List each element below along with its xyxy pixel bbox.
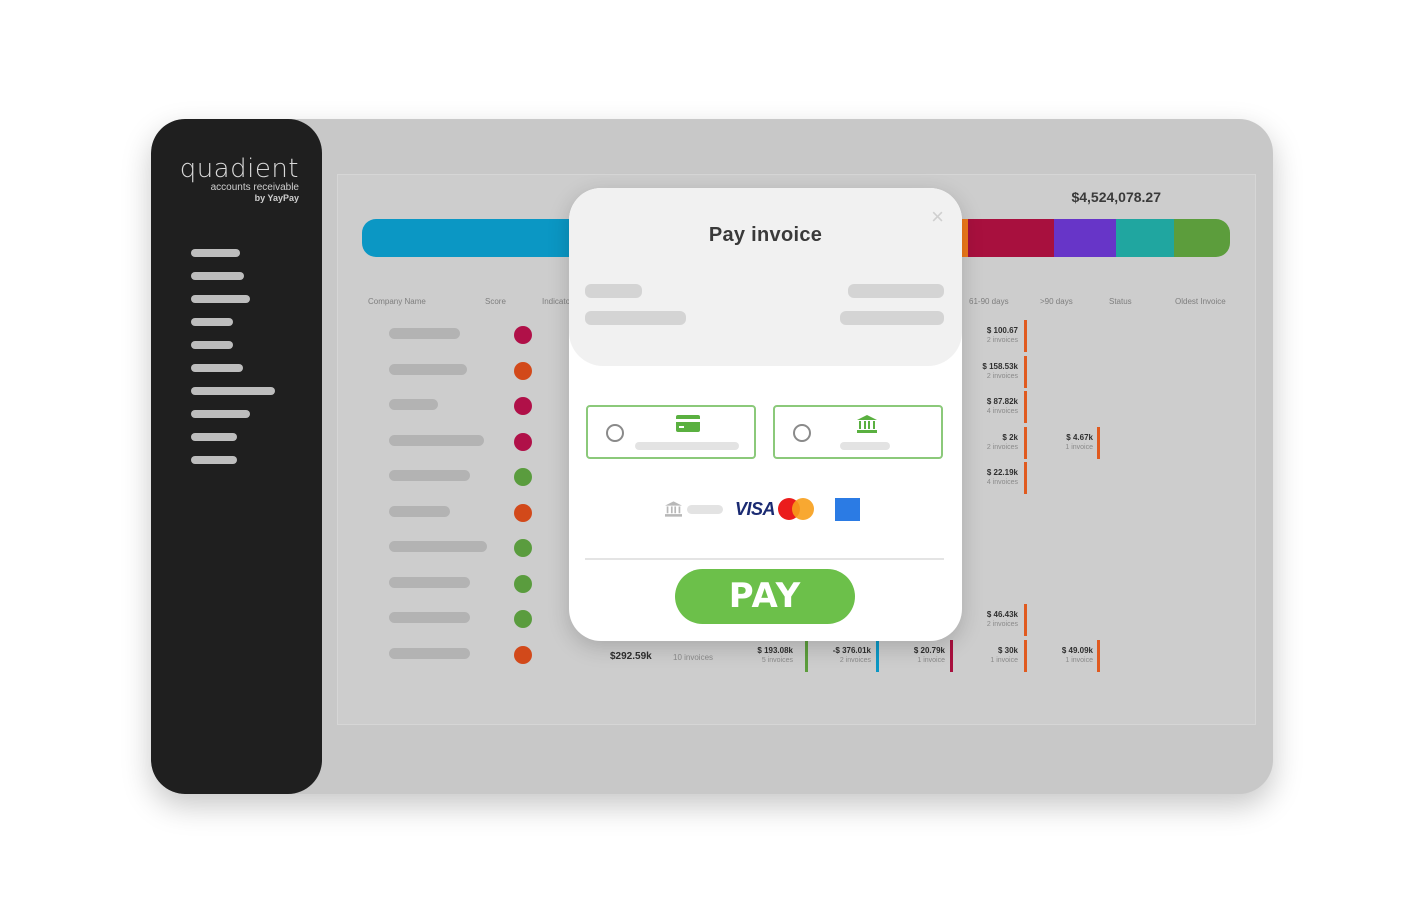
- header-oldest[interactable]: Oldest Invoice: [1175, 297, 1226, 306]
- company-name-placeholder[interactable]: [389, 434, 484, 446]
- sidebar-item[interactable]: [191, 364, 243, 372]
- score-indicator: [514, 610, 532, 628]
- aging-bar-marker: [1097, 426, 1100, 459]
- score-indicator: [514, 468, 532, 486]
- aging-bar-marker: [1024, 320, 1027, 352]
- invoice-count: 1 invoice: [1065, 443, 1093, 451]
- pay-invoice-modal: Pay invoice × VISA PAY: [569, 188, 962, 641]
- company-name-placeholder[interactable]: [389, 470, 470, 481]
- score-indicator: [514, 432, 532, 451]
- bank-icon: [857, 415, 877, 433]
- invoice-count: 2 invoices: [839, 656, 871, 664]
- invoice-amount-placeholder: [848, 284, 944, 298]
- sidebar-item[interactable]: [191, 456, 237, 464]
- aging-segment[interactable]: [1116, 219, 1174, 257]
- header-status[interactable]: Status: [1109, 297, 1132, 306]
- aging-90plus-cell[interactable]: $ 4.67k 1 invoice: [1013, 433, 1093, 452]
- accepted-methods: VISA: [665, 497, 865, 523]
- score-indicator: [514, 645, 532, 664]
- header-company[interactable]: Company Name: [368, 297, 426, 306]
- aging-90plus-cell[interactable]: $ 49.09k 1 invoice: [1013, 646, 1093, 665]
- invoice-info-placeholder: [585, 284, 642, 298]
- header-90plus[interactable]: >90 days: [1040, 297, 1073, 306]
- amount: $ 4.67k: [1066, 432, 1093, 442]
- aging-cell[interactable]: $ 20.79k 1 invoice: [873, 646, 945, 665]
- card-option-label: [635, 442, 739, 450]
- amount: $ 20.79k: [913, 645, 945, 655]
- score-indicator: [514, 503, 532, 522]
- credit-card-icon: [676, 415, 700, 432]
- score-indicator: [514, 539, 532, 557]
- row-total: $292.59k: [610, 650, 652, 662]
- sidebar-item[interactable]: [191, 341, 233, 349]
- company-name-placeholder[interactable]: [389, 363, 467, 375]
- score-indicator: [514, 326, 532, 344]
- sidebar-item[interactable]: [191, 249, 240, 257]
- pay-button[interactable]: PAY: [675, 569, 855, 624]
- sidebar-nav: [191, 249, 275, 479]
- company-name-placeholder[interactable]: [389, 399, 438, 410]
- divider: [585, 558, 944, 560]
- bank-label-placeholder: [687, 505, 723, 514]
- amount: $ 49.09k: [1061, 645, 1093, 655]
- aging-bar-marker: [950, 639, 953, 672]
- aging-bar-marker: [1097, 639, 1100, 672]
- sidebar-item[interactable]: [191, 387, 275, 395]
- aging-cell[interactable]: $ 193.08k 5 invoices: [718, 646, 793, 665]
- aging-segment[interactable]: [968, 219, 1054, 257]
- score-indicator: [514, 397, 532, 415]
- sidebar-item[interactable]: [191, 410, 250, 418]
- company-name-placeholder[interactable]: [389, 647, 470, 659]
- invoice-info-placeholder: [585, 311, 686, 325]
- bank-radio[interactable]: [793, 424, 811, 442]
- bank-payment-option[interactable]: [773, 405, 943, 459]
- amount: $ 193.08k: [757, 645, 793, 655]
- total-amount: $4,524,078.27: [1071, 189, 1161, 205]
- aging-segment[interactable]: [1174, 219, 1230, 257]
- company-name-placeholder[interactable]: [389, 612, 470, 623]
- sidebar-item[interactable]: [191, 272, 244, 280]
- aging-cell[interactable]: -$ 376.01k 2 invoices: [793, 646, 871, 665]
- card-payment-option[interactable]: [586, 405, 756, 459]
- bank-option-label: [840, 442, 890, 450]
- invoice-amount-placeholder: [840, 311, 944, 325]
- sidebar: quadient accounts receivable by YayPay: [151, 119, 322, 794]
- company-name-placeholder[interactable]: [389, 576, 470, 588]
- sidebar-item[interactable]: [191, 295, 250, 303]
- score-indicator: [514, 361, 532, 380]
- header-61-90[interactable]: 61-90 days: [969, 297, 1009, 306]
- sidebar-item[interactable]: [191, 318, 233, 326]
- logo: quadient accounts receivable by YayPay: [179, 154, 299, 203]
- amex-logo: [835, 498, 860, 521]
- modal-title: Pay invoice: [708, 224, 823, 246]
- aging-segment[interactable]: [1054, 219, 1116, 257]
- company-name-placeholder[interactable]: [389, 541, 487, 552]
- aging-bar-marker: [1024, 391, 1027, 423]
- invoice-count: 5 invoices: [761, 656, 793, 664]
- sidebar-item[interactable]: [191, 433, 237, 441]
- card-radio[interactable]: [606, 424, 624, 442]
- amount: -$ 376.01k: [832, 645, 871, 655]
- bank-icon: [665, 501, 682, 517]
- aging-bar-marker: [1024, 355, 1027, 388]
- invoice-count: 1 invoice: [917, 656, 945, 664]
- score-indicator: [514, 574, 532, 593]
- close-icon[interactable]: ×: [931, 206, 944, 228]
- aging-bar-marker: [1024, 462, 1027, 494]
- company-name-placeholder[interactable]: [389, 505, 450, 517]
- modal-header: Pay invoice ×: [569, 188, 962, 366]
- visa-logo: VISA: [735, 499, 776, 519]
- table-row[interactable]: $ 30k 1 invoice $ 49.09k 1 invoice $292.59k 1…: [338, 638, 1255, 673]
- row-invoice-count: 10 invoices: [673, 652, 714, 662]
- company-name-placeholder[interactable]: [389, 328, 460, 339]
- invoice-count: 1 invoice: [1065, 656, 1093, 664]
- aging-segment[interactable]: [362, 219, 596, 257]
- mastercard-logo: [792, 498, 814, 520]
- header-score[interactable]: Score: [485, 297, 506, 306]
- aging-bar-marker: [1024, 604, 1027, 636]
